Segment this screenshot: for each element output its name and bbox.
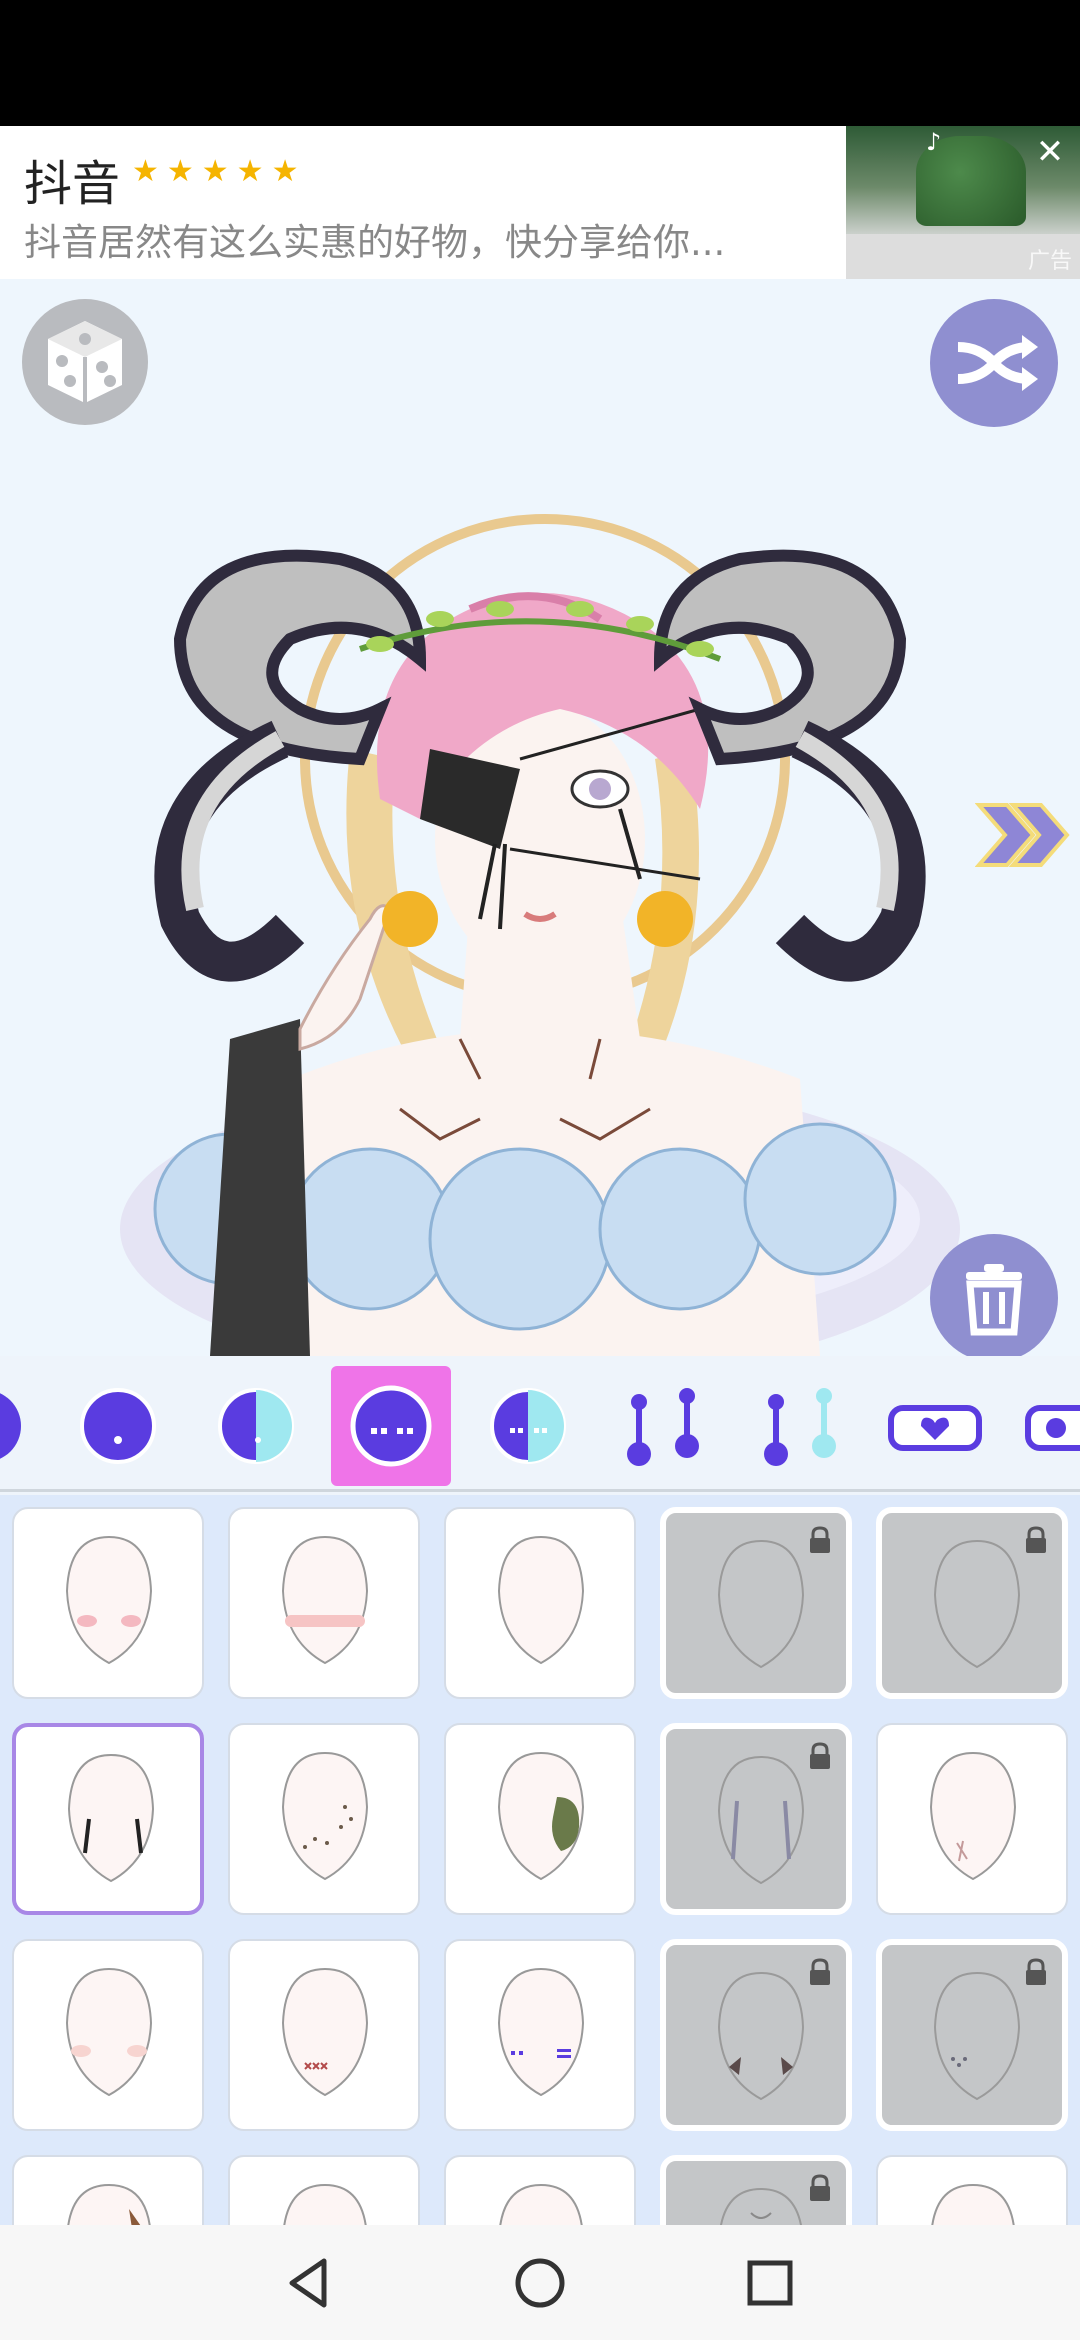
lock-icon [810,2174,830,2201]
face-locked-6-icon [720,2187,802,2225]
item-face-heart-blush[interactable] [12,1507,204,1699]
face-locked-3-icon [717,1755,805,1885]
heart-eyepatch-tab[interactable] [875,1366,995,1486]
lock-icon [810,1742,830,1769]
item-face-faint[interactable] [444,1507,636,1699]
face-split-marks-icon [490,1388,566,1464]
eyepatch-icon [1025,1405,1080,1451]
face-mouth-icon [80,1388,156,1464]
home-icon[interactable] [510,2253,570,2313]
face-blush-icon [281,1535,369,1665]
item-face-blush[interactable] [228,1507,420,1699]
face-marks-icon [350,1385,432,1467]
lock-icon [1026,1526,1046,1553]
ad-rating-stars: ★★★★★ [132,154,307,189]
shuffle-button[interactable] [930,299,1058,427]
item-face-partial-5[interactable] [876,2155,1068,2225]
item-face-locked-5[interactable] [876,1939,1068,2131]
ad-description: 抖音居然有这么实惠的好物，快分享给你... [24,221,726,264]
face-partial-5-icon [931,2183,1015,2225]
face-partial-2-icon [283,2183,367,2225]
item-face-locked-1[interactable] [660,1507,852,1699]
close-icon[interactable]: ✕ [1030,132,1070,172]
item-face-bars[interactable] [444,1939,636,2131]
lock-icon [1026,1958,1046,1985]
face-partial-1-icon [67,2183,151,2225]
face-locked-2-icon [933,1539,1021,1669]
character-portrait [120,514,960,1356]
item-face-partial-1[interactable] [12,2155,204,2225]
item-face-partial-2[interactable] [228,2155,420,2225]
item-grid [0,1495,1080,2225]
item-face-cheek-blush[interactable] [12,1939,204,2131]
eyepatch-tab[interactable] [1012,1366,1080,1486]
face-freckles-icon [281,1751,369,1881]
double-chevron-right-icon[interactable] [975,795,1070,875]
item-face-freckles[interactable] [228,1723,420,1915]
item-face-cross-scar[interactable] [876,1723,1068,1915]
face-heart-blush-icon [65,1535,153,1665]
item-face-locked-3[interactable] [660,1723,852,1915]
face-half-icon [0,1393,21,1459]
back-icon[interactable] [278,2253,338,2313]
shuffle-icon [957,335,1038,391]
item-face-locked-6[interactable] [660,2155,852,2225]
item-face-locked-2[interactable] [876,1507,1068,1699]
trash-icon [966,1264,1022,1336]
face-split-tab[interactable] [196,1366,316,1486]
lock-icon [810,1958,830,1985]
item-face-green-patch[interactable] [444,1723,636,1915]
character-stage [0,279,1080,1356]
face-tear-lines-icon [67,1753,155,1883]
face-split-marks-tab[interactable] [468,1366,588,1486]
face-half-tab[interactable] [0,1366,45,1486]
system-navbar [0,2225,1080,2340]
face-marks-tab[interactable] [331,1366,451,1486]
face-cheek-blush-icon [65,1967,153,2097]
face-bars-icon [497,1967,585,2097]
piercing-tab[interactable] [605,1366,725,1486]
face-split-icon [218,1388,294,1464]
face-locked-4-icon [717,1971,805,2101]
item-face-locked-4[interactable] [660,1939,852,2131]
face-cross-scar-icon [929,1751,1017,1881]
piercing-cyan-tab[interactable] [742,1366,862,1486]
item-face-partial-3[interactable] [444,2155,636,2225]
delete-button[interactable] [930,1234,1058,1356]
tiktok-logo-icon: ♪ [926,128,942,156]
face-faint-icon [497,1535,585,1665]
item-face-xxx-mark[interactable] [228,1939,420,2131]
piercing-icon [627,1388,699,1466]
category-tabbar[interactable] [0,1356,1080,1492]
randomize-dice-button[interactable] [22,299,148,425]
face-mouth-tab[interactable] [58,1366,178,1486]
piercing-cyan-icon [764,1388,836,1466]
ad-label: 广告 [1027,249,1072,274]
item-face-tear-lines[interactable] [12,1723,204,1915]
face-locked-1-icon [717,1539,805,1669]
dice-icon [48,321,122,403]
recents-icon[interactable] [740,2253,800,2313]
ad-banner[interactable]: 抖音 ★★★★★ 抖音居然有这么实惠的好物，快分享给你... ♪ ✕ 广告 [0,126,1080,279]
face-green-patch-icon [497,1751,585,1881]
ad-thumbnail[interactable]: ♪ ✕ 广告 [846,126,1080,279]
heart-eyepatch-icon [888,1405,982,1451]
face-xxx-mark-icon [281,1967,369,2097]
face-partial-3-icon [499,2183,583,2225]
status-bar [0,0,1080,126]
ad-title: 抖音 [24,156,121,212]
face-locked-5-icon [933,1971,1021,2101]
lock-icon [810,1526,830,1553]
